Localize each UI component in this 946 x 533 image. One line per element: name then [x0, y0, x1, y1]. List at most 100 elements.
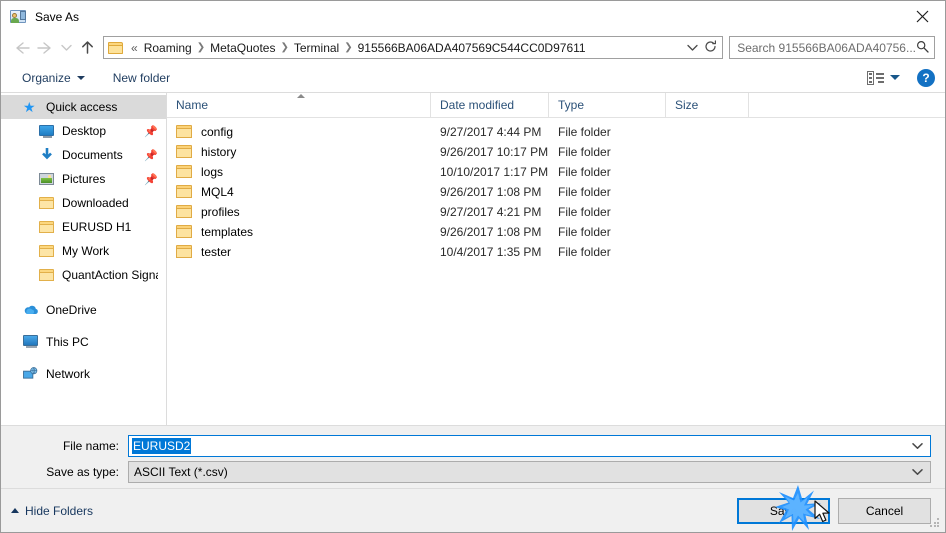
save-button[interactable]: Save — [737, 497, 830, 524]
file-name: MQL4 — [201, 185, 234, 199]
breadcrumb-lead[interactable]: « — [127, 39, 140, 57]
folder-icon — [39, 195, 55, 211]
sidebar-item-this-pc[interactable]: This PC — [1, 330, 166, 354]
breadcrumb-separator-icon: ❯ — [280, 42, 289, 53]
save-as-icon — [10, 8, 27, 25]
resize-grip-icon[interactable] — [930, 518, 941, 529]
table-row[interactable]: templates 9/26/2017 1:08 PM File folder — [167, 222, 945, 242]
sidebar-item-desktop[interactable]: Desktop 📌 — [1, 119, 166, 143]
sidebar-item-documents[interactable]: Documents 📌 — [1, 143, 166, 167]
table-row[interactable]: MQL4 9/26/2017 1:08 PM File folder — [167, 182, 945, 202]
table-row[interactable]: tester 10/4/2017 1:35 PM File folder — [167, 242, 945, 262]
column-header-size[interactable]: Size — [666, 93, 749, 117]
sidebar-item-label: Documents — [62, 148, 123, 162]
refresh-icon[interactable] — [704, 39, 717, 56]
folder-icon — [176, 185, 192, 199]
file-list-rows: config 9/27/2017 4:44 PM File folder his… — [167, 118, 945, 425]
navigation-pane: ★ Quick access Desktop 📌 Documents 📌 Pic… — [1, 93, 167, 425]
sidebar-item-label: EURUSD H1 — [62, 220, 132, 234]
new-folder-label: New folder — [112, 70, 171, 85]
column-header-type[interactable]: Type — [549, 93, 666, 117]
folder-icon — [108, 41, 124, 54]
chevron-down-icon[interactable] — [912, 439, 923, 453]
pin-icon[interactable]: 📌 — [144, 149, 158, 162]
breadcrumb-item-terminal-id[interactable]: 915566BA06ADA407569C544CC0D97611 — [354, 39, 590, 57]
organize-button[interactable]: Organize — [15, 68, 92, 88]
chevron-down-icon[interactable] — [912, 465, 923, 479]
sidebar-item-label: Network — [46, 367, 91, 381]
file-name: profiles — [201, 205, 240, 219]
help-icon[interactable]: ? — [917, 68, 935, 87]
sidebar-item-network[interactable]: Network — [1, 362, 166, 386]
file-date-modified: 10/4/2017 1:35 PM — [440, 245, 542, 259]
sidebar-item-label: QuantAction Signal — [62, 268, 158, 282]
search-box[interactable]: Search 915566BA06ADA40756... — [729, 36, 935, 59]
file-name-field[interactable]: EURUSD2 — [128, 435, 931, 457]
breadcrumb-item-terminal[interactable]: Terminal — [290, 39, 343, 57]
sidebar-item-label: Downloaded — [62, 196, 129, 210]
recent-locations-chevron-down-icon[interactable] — [57, 36, 75, 60]
table-row[interactable]: profiles 9/27/2017 4:21 PM File folder — [167, 202, 945, 222]
sidebar-item-label: This PC — [46, 335, 89, 349]
address-bar: « Roaming ❯ MetaQuotes ❯ Terminal ❯ 9155… — [1, 32, 945, 63]
table-row[interactable]: logs 10/10/2017 1:17 PM File folder — [167, 162, 945, 182]
table-row[interactable]: history 9/26/2017 10:17 PM File folder — [167, 142, 945, 162]
sidebar-item-downloaded[interactable]: Downloaded — [1, 191, 166, 215]
folder-icon — [39, 219, 55, 235]
breadcrumb[interactable]: « Roaming ❯ MetaQuotes ❯ Terminal ❯ 9155… — [103, 36, 724, 59]
sidebar-item-quick-access[interactable]: ★ Quick access — [1, 95, 166, 119]
sidebar-item-label: Desktop — [62, 124, 107, 138]
onedrive-icon — [23, 302, 39, 318]
column-header-date-modified[interactable]: Date modified — [431, 93, 549, 117]
dialog-footer: Hide Folders Save Cancel — [1, 488, 945, 532]
file-date-modified: 10/10/2017 1:17 PM — [440, 165, 549, 179]
search-input[interactable]: Search 915566BA06ADA40756... — [737, 41, 916, 55]
save-as-dialog: Save As « Roaming ❯ MetaQuotes ❯ Termina… — [0, 0, 946, 533]
folder-icon — [176, 225, 192, 239]
back-arrow-icon[interactable] — [9, 36, 33, 60]
breadcrumb-item-roaming[interactable]: Roaming — [140, 39, 196, 57]
pin-icon[interactable]: 📌 — [144, 173, 158, 186]
file-date-modified: 9/27/2017 4:21 PM — [440, 205, 542, 219]
search-icon — [916, 40, 929, 56]
network-icon — [23, 366, 39, 382]
file-name: history — [201, 145, 237, 159]
view-mode-icon — [867, 70, 884, 85]
new-folder-button[interactable]: New folder — [106, 68, 177, 88]
sidebar-item-label: Pictures — [62, 172, 106, 186]
organize-label: Organize — [22, 70, 71, 85]
address-chevron-down-icon[interactable] — [687, 41, 698, 55]
breadcrumb-item-metaquotes[interactable]: MetaQuotes — [206, 39, 279, 57]
pin-icon[interactable]: 📌 — [144, 125, 158, 138]
hide-folders-button[interactable]: Hide Folders — [11, 504, 93, 518]
up-arrow-icon[interactable] — [75, 36, 99, 60]
window-title: Save As — [35, 9, 80, 24]
pictures-icon — [39, 171, 55, 187]
save-as-type-value: ASCII Text (*.csv) — [134, 465, 228, 479]
save-as-type-row: Save as type: ASCII Text (*.csv) — [1, 461, 931, 483]
file-name-input[interactable]: EURUSD2 — [132, 438, 192, 454]
sidebar-item-pictures[interactable]: Pictures 📌 — [1, 167, 166, 191]
sidebar-item-eurusd-h1[interactable]: EURUSD H1 — [1, 215, 166, 239]
save-button-label: Save — [769, 503, 798, 518]
file-name-label: File name: — [62, 439, 119, 453]
folder-icon — [176, 205, 192, 219]
forward-arrow-icon[interactable] — [33, 36, 57, 60]
table-row[interactable]: config 9/27/2017 4:44 PM File folder — [167, 122, 945, 142]
sidebar-item-my-work[interactable]: My Work — [1, 239, 166, 263]
breadcrumb-separator-icon: ❯ — [344, 42, 353, 53]
file-date-modified: 9/26/2017 10:17 PM — [440, 145, 549, 159]
save-as-type-select[interactable]: ASCII Text (*.csv) — [128, 461, 931, 483]
save-as-type-label: Save as type: — [46, 465, 119, 479]
view-mode-button[interactable] — [860, 68, 907, 88]
sidebar-item-onedrive[interactable]: OneDrive — [1, 298, 166, 322]
help-label: ? — [922, 70, 930, 85]
file-date-modified: 9/26/2017 1:08 PM — [440, 185, 542, 199]
close-icon[interactable] — [899, 1, 945, 31]
sidebar-item-quantaction-signal[interactable]: QuantAction Signal — [1, 263, 166, 287]
cancel-button[interactable]: Cancel — [838, 497, 931, 524]
sidebar-item-label: My Work — [62, 244, 110, 258]
sort-ascending-icon — [297, 94, 305, 98]
column-header-label: Size — [675, 98, 699, 112]
column-header-name[interactable]: Name — [167, 93, 431, 117]
